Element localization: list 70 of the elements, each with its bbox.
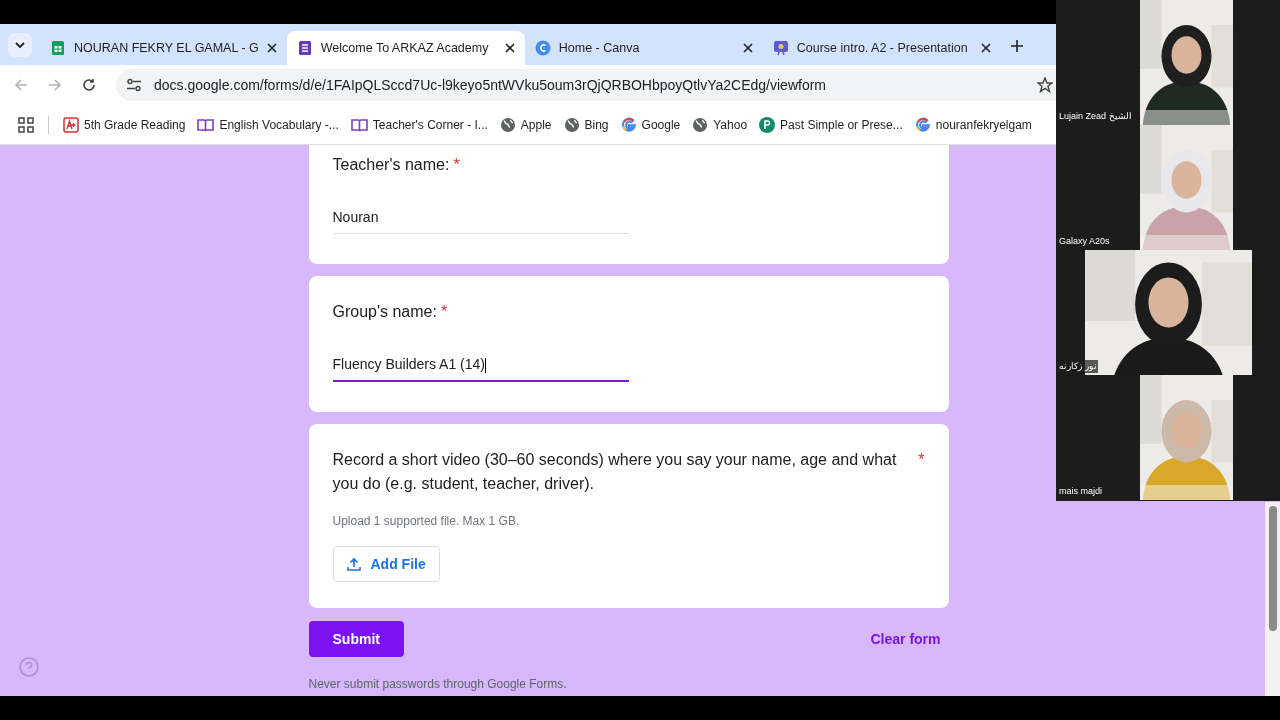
url-text: docs.google.com/forms/d/e/1FAIpQLSccd7Uc-l9keyo5ntWVku5oum3rQjQRBOHbpoyQtlvYa2CEdg/viewform [154,75,827,95]
bookmark[interactable]: Google [620,115,681,134]
participant-name: Lujain Zead الشيخ [1058,109,1133,123]
star-icon[interactable] [1037,77,1053,93]
globe-icon [563,116,580,133]
c-logo-icon [534,40,551,56]
bookmark[interactable]: 5th Grade Reading [63,115,186,134]
bookmark-label: Past Simple or Prese... [780,116,903,134]
required-mark: * [453,155,460,175]
upload-icon [346,557,361,571]
chevron-down-icon [15,42,25,48]
clear-form-link[interactable]: Clear form [870,628,941,650]
browser-tab[interactable]: Welcome To ARKAZ Academy [286,31,525,65]
scrollbar[interactable] [1265,502,1280,696]
participant-name: mais majdi [1058,484,1103,498]
bookmark[interactable]: Apple [499,115,552,134]
question-label: Record a short video (30–60 seconds) where you say your name, age and what you do (e.g. student, teacher, driver). [332,450,898,494]
upload-hint: Upload 1 supported file. Max 1 GB. [332,513,521,530]
bookmark[interactable]: Yahoo [692,115,748,134]
bookmark[interactable]: English Vocabulary -... [197,115,339,134]
bookmark[interactable]: Past Simple or Prese... [759,115,903,134]
bookmark[interactable]: Teacher's Corner - I... [350,115,488,134]
tab-title: Course intro. A2 - Presentation [796,39,969,57]
tab-list-button[interactable] [8,33,32,57]
bookmark-label: Apple [520,116,552,134]
question-label: Group's name: [332,302,437,322]
browser-tab[interactable]: NOURAN FEKRY EL GAMAL - G [40,31,287,65]
required-mark: * [440,302,448,322]
answer-field[interactable]: Fluency Builders A1 (14) [332,354,629,382]
required-mark: * [918,450,925,470]
close-icon[interactable] [266,43,277,53]
bookmark-label: nouranfekryelgam [935,116,1032,134]
reload-icon[interactable] [82,78,96,92]
site-settings-icon[interactable] [126,78,142,92]
tab-title: Welcome To ARKAZ Academy [320,39,490,57]
book-icon [197,116,215,133]
globe-icon [499,116,516,133]
close-icon[interactable] [742,43,753,53]
g-logo-icon [914,116,931,133]
p-logo-icon [759,116,776,133]
new-tab-icon[interactable] [1010,40,1023,52]
apps-grid-icon[interactable] [18,116,34,133]
spreadsheet-icon [50,40,66,56]
form-icon [296,40,313,56]
close-icon[interactable] [504,43,515,53]
bookmark-label: Teacher's Corner - I... [372,116,488,134]
add-file-button[interactable]: Add File [332,546,440,582]
submit-button[interactable]: Submit [308,621,404,657]
bookmark[interactable]: Bing [563,115,609,134]
bookmark-label: Bing [584,116,609,134]
bookmark-label: English Vocabulary -... [219,116,339,134]
globe-icon [692,116,709,133]
book-icon [350,116,368,133]
bookmark-label: 5th Grade Reading [84,116,186,134]
bookmark-label: Yahoo [713,116,748,134]
g-logo-icon [620,116,637,133]
answer-field[interactable]: Nouran [332,207,629,234]
presentation-icon [772,40,789,56]
tab-title: NOURAN FEKRY EL GAMAL - G [74,39,259,57]
address-bar[interactable]: docs.google.com/forms/d/e/1FAIpQLSccd7Uc-l9keyo5ntWVku5oum3rQjQRBOHbpoyQtlvYa2CEdg/viewform [116,69,1056,101]
bookmark[interactable]: nouranfekryelgam [914,115,1032,134]
close-icon[interactable] [980,43,991,53]
browser-tab[interactable]: Course intro. A2 - Presentation [762,31,1001,65]
participant-name: Galaxy A20s [1058,234,1111,248]
bookmark-label: Google [641,116,681,134]
question-label: Teacher's name: [332,155,450,175]
tab-title: Home - Canva [558,39,641,57]
browser-tab[interactable]: Home - Canva [524,31,763,65]
a-plus-icon [63,116,79,133]
footer-note: Never submit passwords through Google Forms. [308,676,568,693]
